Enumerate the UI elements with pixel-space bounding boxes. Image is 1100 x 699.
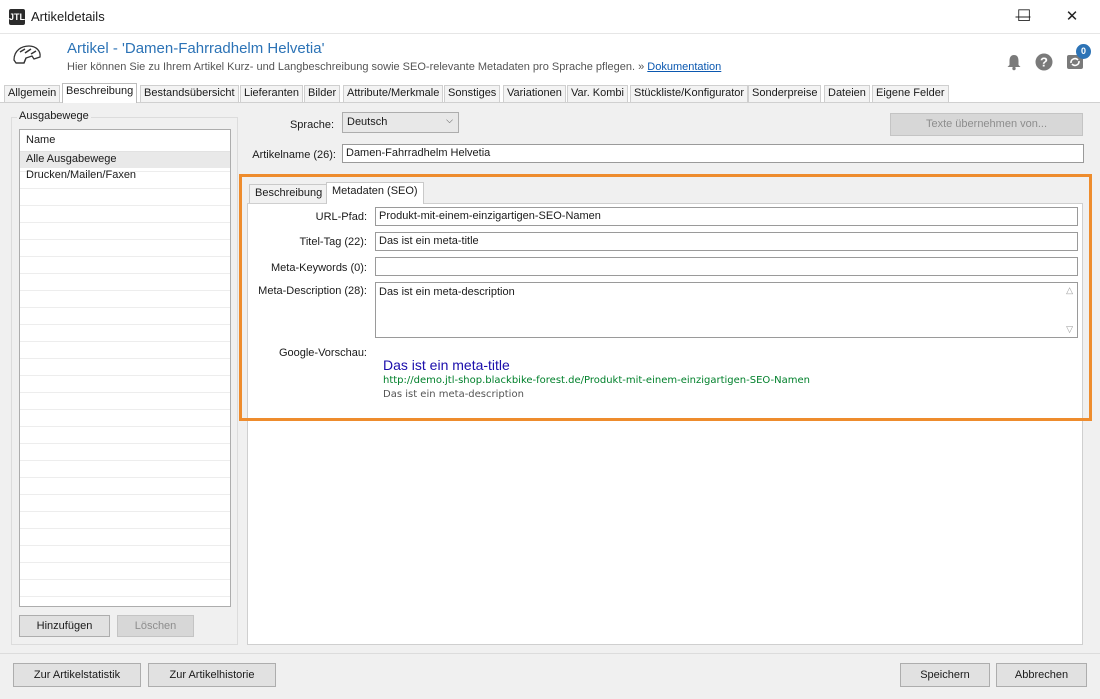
documentation-link[interactable]: Dokumentation bbox=[647, 61, 721, 73]
title-bar: JTL Artikeldetails — ☐ ✕ bbox=[0, 0, 1100, 34]
tab-inner-metadaten-seo[interactable]: Metadaten (SEO) bbox=[326, 182, 424, 204]
list-item[interactable]: Alle Ausgabewege bbox=[20, 152, 230, 168]
subtitle-text: Hier können Sie zu Ihrem Artikel Kurz- u… bbox=[67, 61, 645, 73]
window-title: Artikeldetails bbox=[31, 9, 105, 24]
meta-keywords-label: Meta-Keywords (0): bbox=[271, 262, 367, 274]
tab-bilder[interactable]: Bilder bbox=[304, 85, 341, 102]
url-path-field[interactable]: Produkt-mit-einem-einzigartigen-SEO-Name… bbox=[375, 207, 1078, 226]
tab-sonstiges[interactable]: Sonstiges bbox=[444, 85, 501, 102]
tab-stueckliste-konfigurator[interactable]: Stückliste/Konfigurator bbox=[630, 85, 749, 102]
cancel-button[interactable]: Abbrechen bbox=[996, 663, 1087, 687]
delete-button[interactable]: Löschen bbox=[117, 615, 194, 637]
article-header: Artikel - 'Damen-Fahrradhelm Helvetia' H… bbox=[0, 34, 1100, 82]
svg-text:?: ? bbox=[1040, 55, 1048, 70]
maximize-button[interactable]: ☐ bbox=[1001, 0, 1047, 34]
meta-description-label: Meta-Description (28): bbox=[258, 285, 367, 297]
article-history-button[interactable]: Zur Artikelhistorie bbox=[148, 663, 276, 687]
ausgabewege-list[interactable]: Name Alle Ausgabewege Drucken/Mailen/Fax… bbox=[19, 129, 231, 607]
add-button[interactable]: Hinzufügen bbox=[19, 615, 110, 637]
help-icon[interactable]: ? bbox=[1035, 53, 1053, 71]
language-label: Sprache: bbox=[289, 119, 334, 131]
article-subtitle: Hier können Sie zu Ihrem Artikel Kurz- u… bbox=[67, 61, 721, 73]
preview-description: Das ist ein meta-description bbox=[383, 389, 524, 400]
copy-texts-button[interactable]: Texte übernehmen von... bbox=[890, 113, 1083, 136]
language-select[interactable]: Deutsch ⌵ bbox=[342, 112, 459, 133]
article-name-label: Artikelname (26): bbox=[252, 149, 336, 161]
article-title: Artikel - 'Damen-Fahrradhelm Helvetia' bbox=[67, 40, 325, 57]
preview-url: http://demo.jtl-shop.blackbike-forest.de… bbox=[383, 375, 810, 386]
tab-bestandsuebersicht[interactable]: Bestandsübersicht bbox=[140, 85, 239, 102]
tab-allgemein[interactable]: Allgemein bbox=[4, 85, 61, 102]
bike-helmet-icon bbox=[13, 45, 41, 64]
column-header-name[interactable]: Name bbox=[20, 130, 230, 152]
app-logo-icon: JTL bbox=[9, 9, 25, 25]
preview-title: Das ist ein meta-title bbox=[383, 357, 510, 373]
meta-description-field[interactable]: Das ist ein meta-description △ ▽ bbox=[375, 282, 1078, 338]
tab-dateien[interactable]: Dateien bbox=[824, 85, 870, 102]
bell-icon[interactable] bbox=[1005, 53, 1023, 71]
close-button[interactable]: ✕ bbox=[1049, 0, 1095, 34]
tab-lieferanten[interactable]: Lieferanten bbox=[240, 85, 304, 102]
article-name-field[interactable]: Damen-Fahrradhelm Helvetia bbox=[342, 144, 1084, 163]
tab-attribute-merkmale[interactable]: Attribute/Merkmale bbox=[343, 85, 444, 102]
meta-keywords-field[interactable] bbox=[375, 257, 1078, 276]
title-tag-label: Titel-Tag (22): bbox=[299, 236, 367, 248]
list-item[interactable]: Drucken/Mailen/Faxen bbox=[20, 168, 230, 184]
language-value: Deutsch bbox=[347, 116, 388, 128]
ausgabewege-label: Ausgabewege bbox=[17, 110, 91, 122]
save-button[interactable]: Speichern bbox=[900, 663, 990, 687]
scroll-down-icon[interactable]: ▽ bbox=[1066, 324, 1073, 335]
title-tag-field[interactable]: Das ist ein meta-title bbox=[375, 232, 1078, 251]
tab-variationen[interactable]: Variationen bbox=[503, 85, 566, 102]
notification-badge: 0 bbox=[1076, 44, 1091, 59]
url-path-label: URL-Pfad: bbox=[315, 211, 367, 223]
scroll-up-icon[interactable]: △ bbox=[1066, 285, 1073, 296]
tab-sonderpreise[interactable]: Sonderpreise bbox=[748, 85, 822, 102]
tab-beschreibung[interactable]: Beschreibung bbox=[62, 83, 138, 103]
meta-description-text: Das ist ein meta-description bbox=[379, 286, 515, 298]
tab-inner-beschreibung[interactable]: Beschreibung bbox=[249, 184, 329, 203]
chevron-down-icon: ⌵ bbox=[446, 115, 453, 125]
tab-var-kombi[interactable]: Var. Kombi bbox=[567, 85, 628, 102]
tab-eigene-felder[interactable]: Eigene Felder bbox=[872, 85, 949, 102]
google-preview-label: Google-Vorschau: bbox=[278, 347, 367, 359]
article-statistics-button[interactable]: Zur Artikelstatistik bbox=[13, 663, 141, 687]
